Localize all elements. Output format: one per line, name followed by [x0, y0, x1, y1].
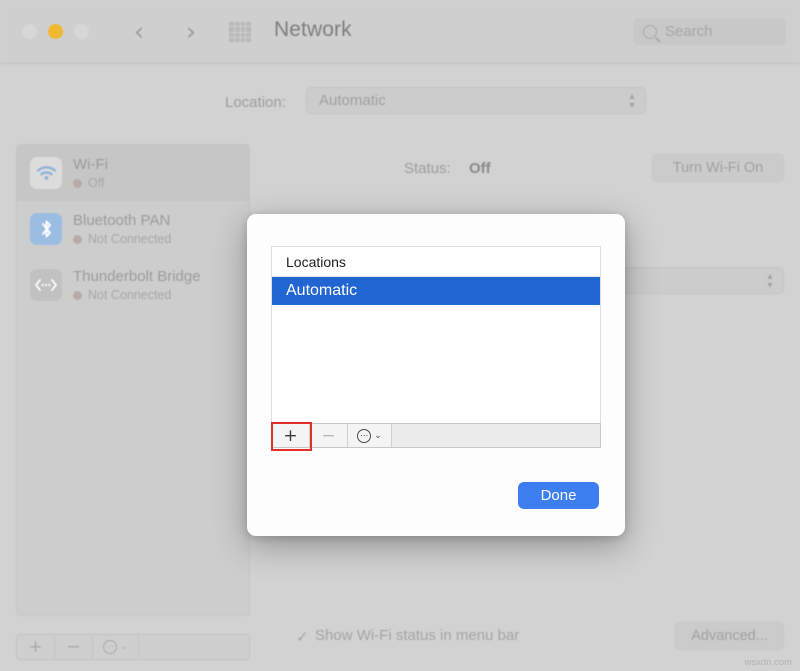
sidebar-item-bluetooth-pan-label: Bluetooth PAN — [73, 212, 171, 229]
sidebar-item-wifi[interactable]: Wi-Fi Off — [17, 145, 249, 201]
watermark: wsxdn.com — [744, 657, 792, 668]
sidebar-item-thunderbolt-bridge[interactable]: Thunderbolt Bridge Not Connected — [17, 257, 249, 313]
forward-button[interactable]: › — [178, 17, 204, 47]
turn-wifi-on-button[interactable]: Turn Wi-Fi On — [652, 154, 784, 182]
show-all-grid-icon[interactable] — [229, 22, 251, 42]
sidebar-item-thunderbolt-bridge-status-text: Not Connected — [88, 288, 172, 302]
actions-gear-icon: ⋯ — [357, 428, 372, 443]
status-label: Status: — [404, 160, 451, 177]
wifi-icon — [30, 157, 62, 189]
advanced-button[interactable]: Advanced... — [675, 622, 784, 650]
chevron-down-icon: ⌄ — [374, 430, 382, 441]
status-dot-icon — [73, 234, 82, 244]
show-wifi-status-label: Show Wi-Fi status in menu bar — [315, 627, 520, 644]
locations-sheet: Locations Automatic + − ⋯ ⌄ Done — [247, 214, 625, 536]
locations-listbox[interactable]: Locations Automatic — [271, 246, 601, 424]
sidebar-item-wifi-status: Off — [73, 176, 108, 190]
chevron-down-icon: ⌄ — [120, 642, 128, 652]
bluetooth-icon — [30, 213, 62, 245]
locations-toolbar: + − ⋯ ⌄ — [271, 423, 601, 448]
location-label: Location: — [225, 94, 286, 111]
search-input[interactable]: Search — [633, 18, 786, 45]
status-value: Off — [469, 160, 491, 177]
show-wifi-status-checkbox[interactable]: ✓ — [296, 628, 309, 646]
sidebar-item-bluetooth-pan-status: Not Connected — [73, 232, 171, 246]
remove-interface-button[interactable]: − — [55, 635, 93, 659]
interface-list[interactable]: Wi-Fi Off Bluetooth PAN Not Connected Th… — [16, 144, 250, 616]
locations-list-header: Locations — [272, 247, 600, 277]
add-interface-button[interactable]: + — [17, 635, 55, 659]
done-button[interactable]: Done — [518, 482, 599, 509]
title-bar: ‹ › Network Search — [0, 0, 800, 64]
sidebar-toolbar-spacer — [139, 635, 249, 659]
sidebar-item-bluetooth-pan-status-text: Not Connected — [88, 232, 172, 246]
status-dot-icon — [73, 290, 82, 300]
location-actions-button[interactable]: ⋯ ⌄ — [348, 424, 392, 447]
list-item[interactable]: Automatic — [272, 277, 600, 305]
bottom-row: ✓ Show Wi-Fi status in menu bar Advanced… — [262, 622, 784, 662]
actions-gear-icon: ⋯ — [103, 640, 118, 654]
location-row: Location: Automatic ▴ ▾ — [0, 85, 800, 125]
sidebar-item-thunderbolt-bridge-status: Not Connected — [73, 288, 201, 302]
sidebar-item-thunderbolt-bridge-text: Thunderbolt Bridge Not Connected — [73, 268, 201, 302]
chevron-updown-icon: ▴ ▾ — [767, 271, 773, 291]
location-value: Automatic — [319, 92, 386, 109]
chevron-updown-icon: ▴ ▾ — [629, 91, 635, 111]
sidebar-item-thunderbolt-bridge-label: Thunderbolt Bridge — [73, 268, 201, 285]
close-button[interactable] — [22, 24, 37, 39]
sidebar-item-wifi-text: Wi-Fi Off — [73, 156, 108, 190]
add-location-button[interactable]: + — [272, 424, 310, 447]
minimize-button[interactable] — [48, 24, 63, 39]
status-dot-icon — [73, 178, 82, 188]
search-placeholder: Search — [665, 23, 713, 40]
sidebar-item-bluetooth-pan[interactable]: Bluetooth PAN Not Connected — [17, 201, 249, 257]
remove-location-button[interactable]: − — [310, 424, 348, 447]
thunderbolt-bridge-icon — [30, 269, 62, 301]
maximize-button[interactable] — [74, 24, 89, 39]
sidebar-toolbar: + − ⋯ ⌄ — [16, 634, 250, 660]
back-button[interactable]: ‹ — [126, 17, 152, 47]
sidebar-item-bluetooth-pan-text: Bluetooth PAN Not Connected — [73, 212, 171, 246]
location-dropdown[interactable]: Automatic ▴ ▾ — [306, 87, 646, 114]
search-icon — [643, 24, 657, 39]
page-title: Network — [274, 18, 352, 41]
network-preferences-window: ‹ › Network Search Location: Automatic ▴… — [0, 0, 800, 671]
sidebar-item-wifi-label: Wi-Fi — [73, 156, 108, 173]
locations-toolbar-spacer — [392, 424, 600, 447]
interface-actions-button[interactable]: ⋯ ⌄ — [93, 635, 139, 659]
sidebar-item-wifi-status-text: Off — [88, 176, 105, 190]
